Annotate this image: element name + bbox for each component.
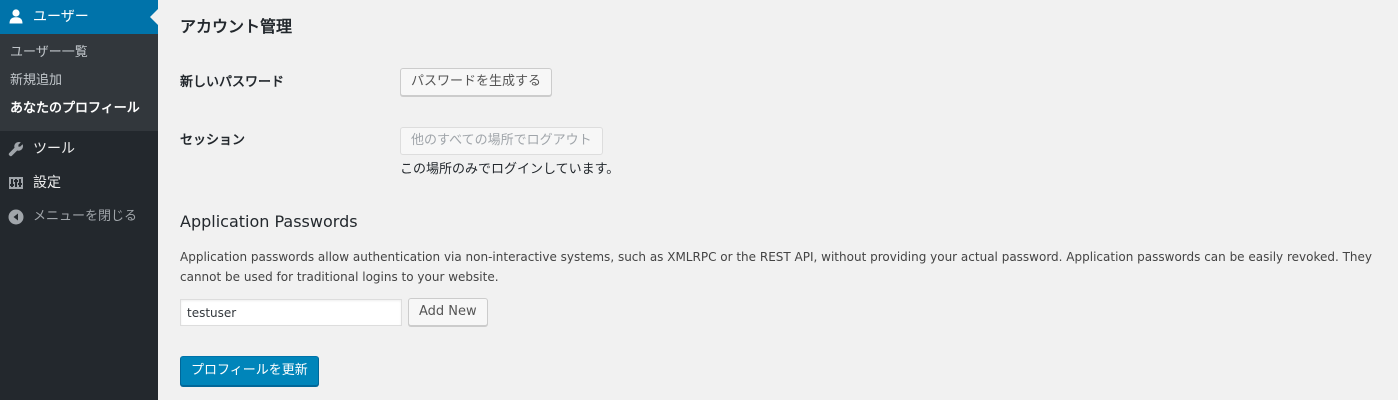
menu-item-tools-label: ツール (33, 141, 75, 157)
menu-item-tools[interactable]: ツール (0, 132, 158, 166)
current-menu-arrow (150, 9, 158, 25)
user-icon (8, 8, 24, 24)
collapse-menu-label: メニューを閉じる (33, 209, 138, 224)
sessions-label: セッション (180, 133, 246, 148)
generate-password-button[interactable]: パスワードを生成する (400, 68, 553, 96)
add-new-application-password-button[interactable]: Add New (408, 298, 488, 326)
users-submenu: ユーザー一覧 新規追加 あなたのプロフィール (0, 34, 158, 131)
collapse-icon (8, 209, 24, 225)
submenu-item-your-profile[interactable]: あなたのプロフィール (10, 100, 140, 118)
menu-item-users[interactable]: ユーザー (0, 0, 158, 34)
application-passwords-description: Application passwords allow authenticati… (180, 250, 1373, 284)
application-passwords-title: Application Passwords (180, 212, 358, 231)
new-password-label: 新しいパスワード (180, 75, 285, 90)
application-password-name-input[interactable] (180, 299, 402, 326)
menu-item-settings-label: 設定 (33, 175, 61, 191)
settings-icon (8, 175, 24, 191)
admin-sidebar: ユーザー ユーザー一覧 新規追加 あなたのプロフィール ツール 設定 メニューを… (0, 0, 158, 400)
submenu-item-add-new[interactable]: 新規追加 (10, 72, 62, 90)
menu-item-users-label: ユーザー (33, 9, 89, 25)
menu-item-settings[interactable]: 設定 (0, 166, 158, 200)
wrench-icon (8, 141, 24, 157)
sessions-description: この場所のみでログインしています。 (400, 162, 620, 177)
section-title-account-management: アカウント管理 (180, 17, 293, 36)
update-profile-button[interactable]: プロフィールを更新 (180, 356, 319, 386)
submenu-item-all-users[interactable]: ユーザー一覧 (10, 44, 88, 62)
collapse-menu-button[interactable]: メニューを閉じる (0, 200, 158, 234)
logout-everywhere-button[interactable]: 他のすべての場所でログアウト (400, 127, 603, 155)
